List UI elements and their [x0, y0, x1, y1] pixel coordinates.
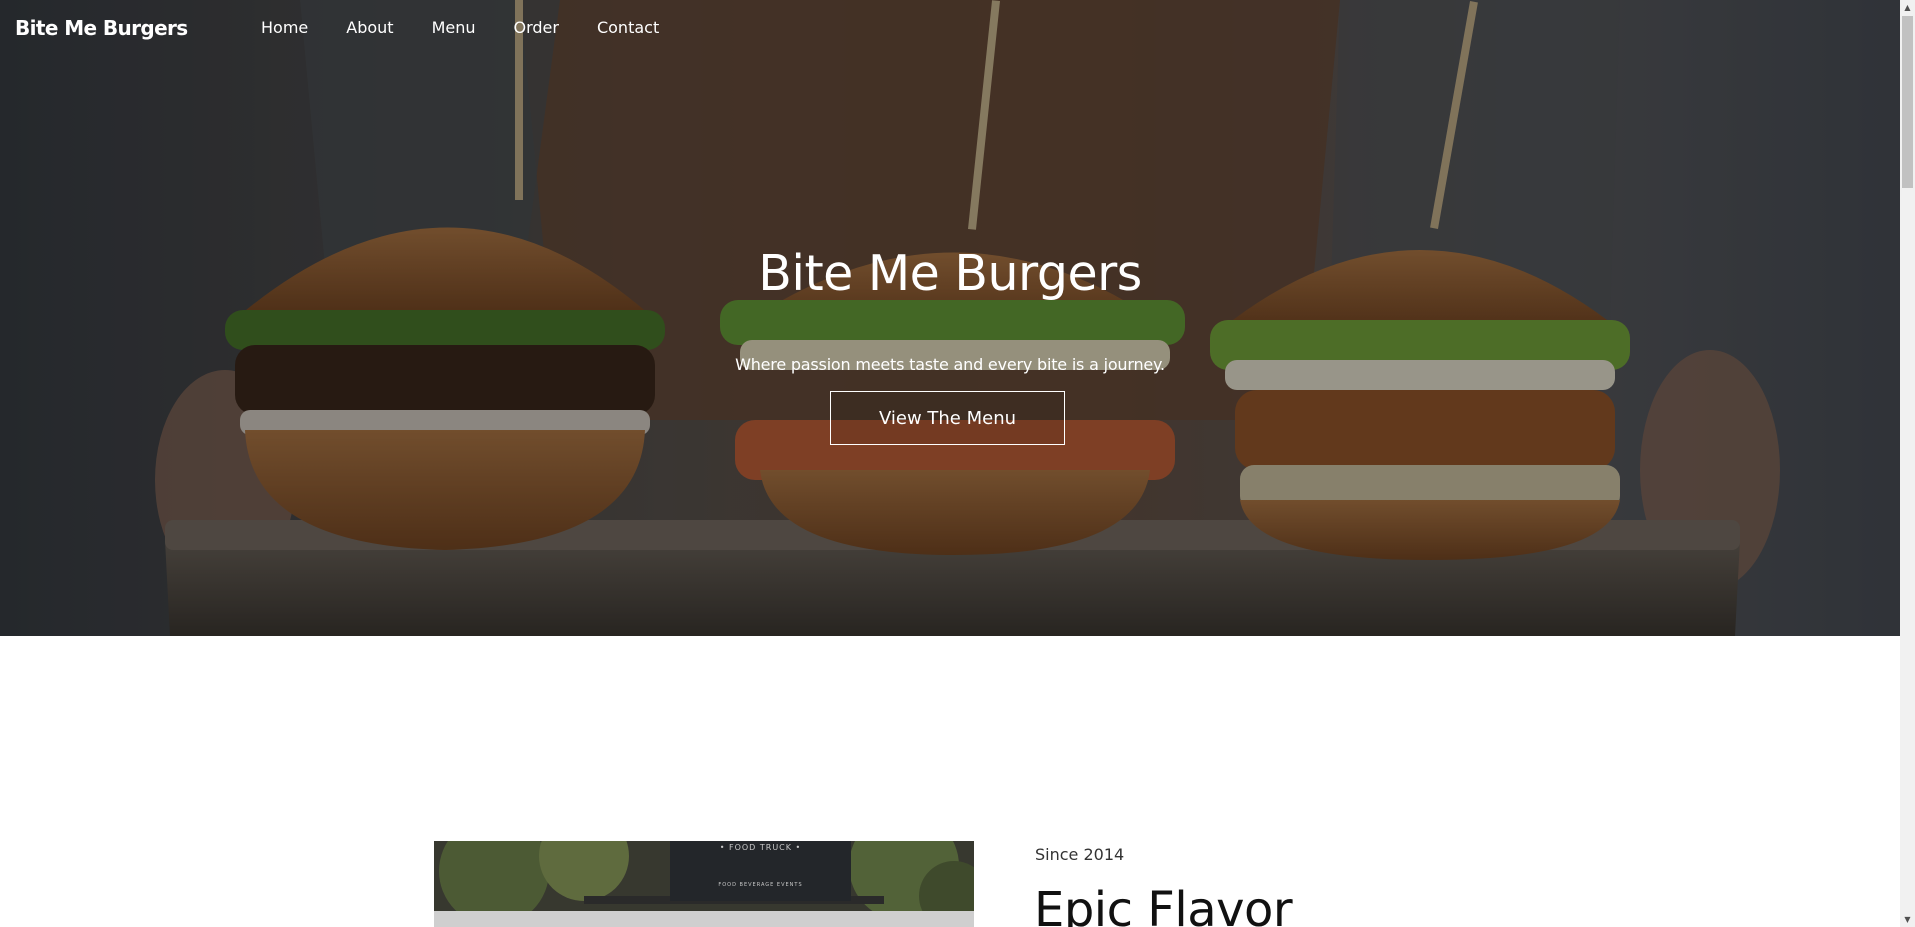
brand-logo-link[interactable]: Bite Me Burgers — [15, 16, 188, 40]
truck-sign-title: • FOOD TRUCK • — [719, 843, 802, 852]
scroll-up-arrow-icon[interactable]: ▲ — [1900, 0, 1915, 15]
truck-sign: • FOOD TRUCK • FOOD BEVERAGE EVENTS — [670, 841, 851, 901]
since-label: Since 2014 — [1035, 845, 1125, 864]
nav-item-contact: Contact — [597, 18, 697, 37]
nav-item-home: Home — [261, 18, 346, 37]
food-truck-image: • FOOD TRUCK • FOOD BEVERAGE EVENTS — [434, 841, 974, 927]
nav-item-menu: Menu — [432, 18, 514, 37]
hero-content: Bite Me Burgers Where passion meets tast… — [0, 0, 1900, 636]
nav-item-order: Order — [514, 18, 597, 37]
hero-tagline: Where passion meets taste and every bite… — [735, 355, 1165, 374]
hero-title: Bite Me Burgers — [758, 245, 1142, 302]
page: Bite Me Burgers Home About Menu Order Co… — [0, 0, 1915, 927]
nav-link-contact[interactable]: Contact — [597, 18, 659, 37]
nav-item-about: About — [346, 18, 431, 37]
top-navigation: Bite Me Burgers Home About Menu Order Co… — [0, 0, 1900, 60]
truck-sign-subtitle: FOOD BEVERAGE EVENTS — [718, 882, 803, 888]
nav-link-order[interactable]: Order — [514, 18, 559, 37]
nav-link-home[interactable]: Home — [261, 18, 308, 37]
about-heading: Epic Flavor — [1034, 882, 1293, 927]
nav-menu: Home About Menu Order Contact — [261, 18, 697, 37]
nav-link-menu[interactable]: Menu — [432, 18, 476, 37]
hero-section: Bite Me Burgers Home About Menu Order Co… — [0, 0, 1900, 636]
scrollbar-thumb[interactable] — [1902, 16, 1913, 188]
scroll-down-arrow-icon[interactable]: ▼ — [1900, 912, 1915, 927]
vertical-scrollbar[interactable]: ▲ ▼ — [1900, 0, 1915, 927]
nav-link-about[interactable]: About — [346, 18, 393, 37]
view-menu-button[interactable]: View The Menu — [830, 391, 1065, 445]
